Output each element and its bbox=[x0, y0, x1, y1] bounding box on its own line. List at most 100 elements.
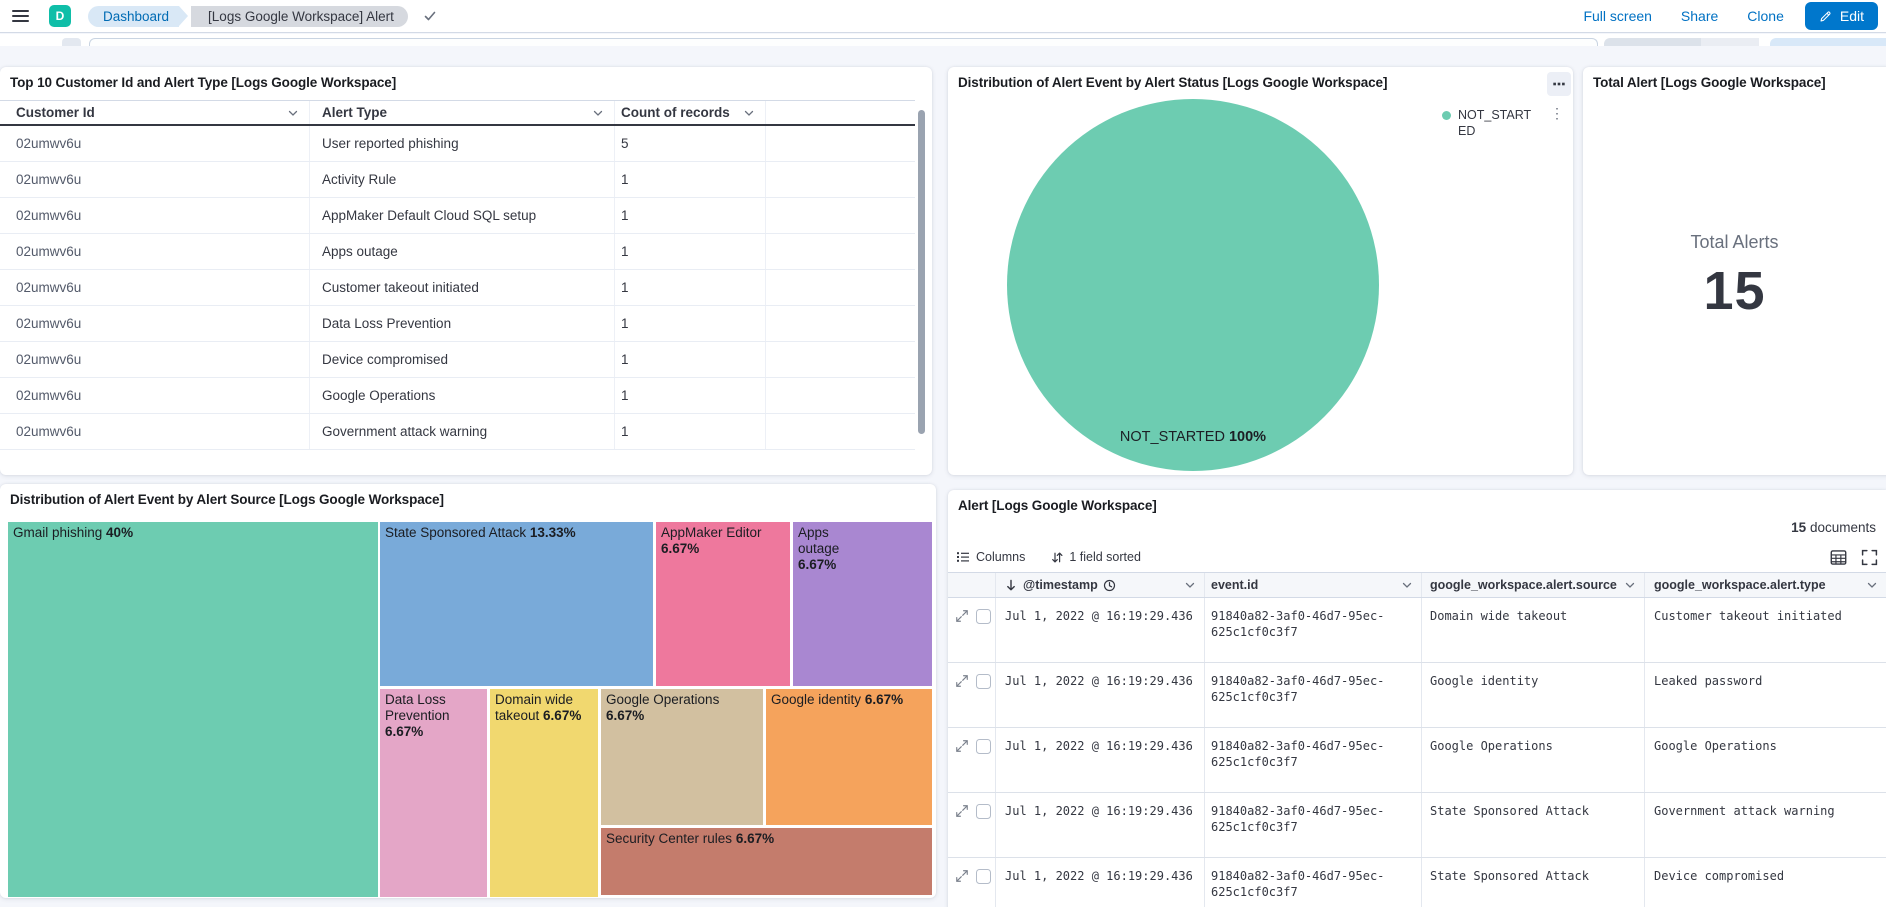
cell-timestamp[interactable]: Jul 1, 2022 @ 16:19:29.436 bbox=[996, 663, 1205, 727]
pie-legend: NOT_STARTED ⋮ bbox=[1442, 107, 1564, 139]
table-row[interactable]: 02umwv6uCustomer takeout initiated1 bbox=[0, 270, 915, 306]
chevron-down-icon[interactable] bbox=[743, 107, 755, 119]
table-row[interactable]: 02umwv6uGovernment attack warning1 bbox=[0, 414, 915, 450]
cell-timestamp[interactable]: Jul 1, 2022 @ 16:19:29.436 bbox=[996, 728, 1205, 792]
cell-timestamp[interactable]: Jul 1, 2022 @ 16:19:29.436 bbox=[996, 598, 1205, 662]
table-scrollbar[interactable] bbox=[918, 110, 925, 434]
select-row-checkbox[interactable] bbox=[976, 674, 991, 689]
cell-alert-source[interactable]: State Sponsored Attack bbox=[1422, 858, 1645, 907]
expand-document-icon[interactable] bbox=[955, 739, 969, 754]
panel-alert-status-pie: Distribution of Alert Event by Alert Sta… bbox=[948, 67, 1573, 475]
chevron-down-icon[interactable] bbox=[287, 107, 299, 119]
cell-timestamp[interactable]: Jul 1, 2022 @ 16:19:29.436 bbox=[996, 858, 1205, 907]
menu-hamburger-icon[interactable] bbox=[0, 0, 42, 33]
panel-options-icon[interactable] bbox=[1547, 72, 1571, 96]
select-row-checkbox[interactable] bbox=[976, 739, 991, 754]
clone-button[interactable]: Clone bbox=[1747, 8, 1784, 24]
date-picker-end-partial[interactable] bbox=[1701, 38, 1759, 46]
select-row-checkbox[interactable] bbox=[976, 869, 991, 884]
column-header-count[interactable]: Count of records bbox=[615, 101, 766, 124]
cell-alert-type: Government attack warning bbox=[310, 414, 615, 449]
row-controls bbox=[948, 858, 996, 907]
chevron-down-icon[interactable] bbox=[1401, 579, 1413, 591]
cell-alert-source[interactable]: Google Operations bbox=[1422, 728, 1645, 792]
column-header-alert-source[interactable]: google_workspace.alert.source bbox=[1422, 573, 1645, 597]
share-button[interactable]: Share bbox=[1681, 8, 1718, 24]
table-row[interactable]: 02umwv6uAppMaker Default Cloud SQL setup… bbox=[0, 198, 915, 234]
pie-slice-not-started[interactable] bbox=[1007, 99, 1379, 471]
cell-alert-source[interactable]: Domain wide takeout bbox=[1422, 598, 1645, 662]
cell-alert-source[interactable]: State Sponsored Attack bbox=[1422, 793, 1645, 857]
chevron-down-icon[interactable] bbox=[592, 107, 604, 119]
app-logo[interactable]: D bbox=[49, 5, 71, 27]
legend-item-not-started[interactable]: NOT_STARTED bbox=[1458, 107, 1538, 139]
table-row[interactable]: 02umwv6uDevice compromised1 bbox=[0, 342, 915, 378]
cell-event-id[interactable]: 91840a82-3af0-46d7-95ec-625c1cf0c3f7 bbox=[1205, 858, 1422, 907]
fullscreen-icon[interactable] bbox=[1861, 549, 1878, 566]
cell-alert-type: Device compromised bbox=[310, 342, 615, 377]
column-header-alert-type[interactable]: google_workspace.alert.type bbox=[1645, 573, 1886, 597]
breadcrumb-dashboard[interactable]: Dashboard bbox=[88, 6, 179, 27]
chevron-down-icon[interactable] bbox=[1184, 579, 1196, 591]
select-row-checkbox[interactable] bbox=[976, 609, 991, 624]
treemap-tile-appmaker-editor[interactable]: AppMaker Editor 6.67% bbox=[656, 522, 790, 686]
sort-descending-arrow-icon bbox=[1005, 579, 1017, 592]
column-header-customer-id[interactable]: Customer Id bbox=[0, 101, 310, 124]
treemap-tile-domain-wide-takeout[interactable]: Domain wide takeout 6.67% bbox=[490, 689, 598, 897]
cell-timestamp[interactable]: Jul 1, 2022 @ 16:19:29.436 bbox=[996, 793, 1205, 857]
edit-button[interactable]: Edit bbox=[1805, 2, 1878, 30]
columns-button[interactable]: Columns bbox=[956, 550, 1025, 564]
table-row[interactable]: 02umwv6uUser reported phishing5 bbox=[0, 126, 915, 162]
cell-alert-type[interactable]: Government attack warning bbox=[1645, 793, 1886, 857]
expand-document-icon[interactable] bbox=[955, 869, 969, 884]
column-header-alert-type[interactable]: Alert Type bbox=[310, 101, 615, 124]
cell-event-id[interactable]: 91840a82-3af0-46d7-95ec-625c1cf0c3f7 bbox=[1205, 728, 1422, 792]
treemap-tile-security-center-rules[interactable]: Security Center rules 6.67% bbox=[601, 828, 932, 895]
treemap-tile-gmail-phishing[interactable]: Gmail phishing 40% bbox=[8, 522, 378, 897]
treemap-tile-google-operations[interactable]: Google Operations 6.67% bbox=[601, 689, 763, 825]
cell-alert-type[interactable]: Leaked password bbox=[1645, 663, 1886, 727]
cell-count: 1 bbox=[615, 270, 766, 305]
full-screen-button[interactable]: Full screen bbox=[1583, 8, 1651, 24]
expand-document-icon[interactable] bbox=[955, 674, 969, 689]
cell-alert-type[interactable]: Device compromised bbox=[1645, 858, 1886, 907]
date-picker-partial[interactable] bbox=[1604, 38, 1701, 46]
cell-alert-type: Activity Rule bbox=[310, 162, 615, 197]
table-row[interactable]: 02umwv6uGoogle Operations1 bbox=[0, 378, 915, 414]
table-row[interactable]: 02umwv6uActivity Rule1 bbox=[0, 162, 915, 198]
cell-event-id[interactable]: 91840a82-3af0-46d7-95ec-625c1cf0c3f7 bbox=[1205, 793, 1422, 857]
treemap-tile-label: Google Operations 6.67% bbox=[601, 689, 763, 727]
document-count: 15 documents bbox=[1791, 520, 1876, 535]
table-row[interactable]: 02umwv6uData Loss Prevention1 bbox=[0, 306, 915, 342]
cell-event-id[interactable]: 91840a82-3af0-46d7-95ec-625c1cf0c3f7 bbox=[1205, 663, 1422, 727]
treemap-tile-data-loss-prevention[interactable]: Data Loss Prevention 6.67% bbox=[380, 689, 487, 897]
treemap-tile-state-sponsored-attack[interactable]: State Sponsored Attack 13.33% bbox=[380, 522, 653, 686]
search-input-partial[interactable] bbox=[89, 38, 1598, 46]
expand-document-icon[interactable] bbox=[955, 804, 969, 819]
chevron-down-icon[interactable] bbox=[1624, 579, 1636, 591]
chevron-down-icon[interactable] bbox=[1866, 579, 1878, 591]
cell-event-id[interactable]: 91840a82-3af0-46d7-95ec-625c1cf0c3f7 bbox=[1205, 598, 1422, 662]
expand-document-icon[interactable] bbox=[955, 609, 969, 624]
cell-alert-type[interactable]: Google Operations bbox=[1645, 728, 1886, 792]
treemap-tile-label: Data Loss Prevention 6.67% bbox=[380, 689, 487, 743]
cell-alert-source[interactable]: Google identity bbox=[1422, 663, 1645, 727]
header-actions: Full screen Share Clone Edit bbox=[1583, 2, 1886, 30]
breadcrumb-current-page[interactable]: [Logs Google Workspace] Alert bbox=[191, 6, 408, 27]
select-row-checkbox[interactable] bbox=[976, 804, 991, 819]
datagrid-body: Jul 1, 2022 @ 16:19:29.43691840a82-3af0-… bbox=[948, 598, 1886, 907]
table-row[interactable]: 02umwv6uApps outage1 bbox=[0, 234, 915, 270]
sort-fields-button[interactable]: 1 field sorted bbox=[1051, 550, 1141, 564]
display-density-table-icon[interactable] bbox=[1830, 549, 1847, 566]
column-header-timestamp[interactable]: @timestamp bbox=[996, 573, 1205, 597]
treemap-tile-apps-outage[interactable]: Apps outage 6.67% bbox=[793, 522, 932, 686]
kebab-vertical-icon[interactable]: ⋮ bbox=[1550, 107, 1564, 139]
row-controls bbox=[948, 793, 996, 857]
refresh-button-partial[interactable] bbox=[1770, 38, 1886, 46]
filter-button-partial[interactable] bbox=[62, 38, 81, 46]
cell-alert-type[interactable]: Customer takeout initiated bbox=[1645, 598, 1886, 662]
treemap-tile-google-identity[interactable]: Google identity 6.67% bbox=[766, 689, 932, 825]
cell-alert-type: AppMaker Default Cloud SQL setup bbox=[310, 198, 615, 233]
column-header-event-id[interactable]: event.id bbox=[1205, 573, 1422, 597]
cell-count: 1 bbox=[615, 198, 766, 233]
